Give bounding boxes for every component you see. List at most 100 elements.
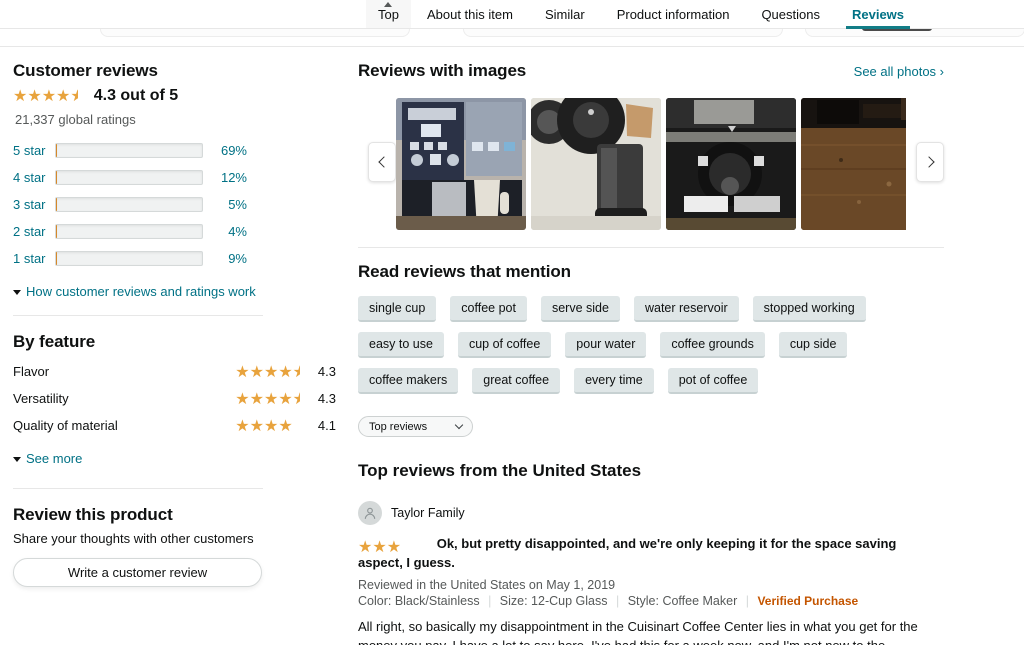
nav-item-label: Questions bbox=[761, 7, 820, 22]
mention-tag[interactable]: pot of coffee bbox=[667, 368, 759, 394]
review-attributes: Color: Black/Stainless | Size: 12-Cup Gl… bbox=[358, 594, 944, 608]
histogram-row-4-star[interactable]: 4 star 12% bbox=[13, 164, 336, 191]
histogram-percent[interactable]: 4% bbox=[203, 224, 247, 239]
separator: | bbox=[488, 593, 492, 608]
mention-tag[interactable]: water reservoir bbox=[633, 296, 739, 322]
how-reviews-work-link[interactable]: How customer reviews and ratings work bbox=[13, 284, 336, 299]
peek-card bbox=[463, 29, 783, 37]
verified-purchase-badge: Verified Purchase bbox=[757, 593, 859, 608]
nav-item-reviews[interactable]: Reviews bbox=[836, 8, 920, 29]
reviewer-row[interactable]: Taylor Family bbox=[358, 501, 944, 525]
mention-tag[interactable]: stopped working bbox=[752, 296, 866, 322]
feature-row-quality-of-material: Quality of material ☆☆☆☆☆ ★★★★★ 4.1 bbox=[13, 412, 336, 439]
see-more-features-link[interactable]: See more bbox=[13, 451, 336, 466]
histogram-label[interactable]: 2 star bbox=[13, 224, 55, 239]
histogram-label[interactable]: 3 star bbox=[13, 197, 55, 212]
review-this-product-section: Review this product Share your thoughts … bbox=[13, 489, 336, 587]
carousel-prev-button[interactable] bbox=[368, 142, 396, 182]
histogram-label[interactable]: 4 star bbox=[13, 170, 55, 185]
mention-tag[interactable]: every time bbox=[574, 368, 654, 394]
peek-image bbox=[862, 29, 932, 31]
section-nav: Top About this item Similar Product info… bbox=[0, 0, 1024, 37]
review-title: Ok, but pretty disappointed, and we're o… bbox=[358, 536, 897, 570]
mention-tag[interactable]: great coffee bbox=[472, 368, 561, 394]
histogram-row-5-star[interactable]: 5 star 69% bbox=[13, 137, 336, 164]
nav-item-label: Similar bbox=[544, 7, 585, 22]
mention-tag[interactable]: serve side bbox=[540, 296, 620, 322]
carousel-next-button[interactable] bbox=[916, 142, 944, 182]
histogram-percent[interactable]: 12% bbox=[203, 170, 247, 185]
nav-item-top[interactable]: Top bbox=[366, 0, 411, 28]
overall-rating-text: 4.3 out of 5 bbox=[93, 87, 179, 104]
review-item: Taylor Family ☆☆☆☆☆ ★★★★★ Ok, but pretty… bbox=[358, 501, 944, 645]
review-image-thumbnail[interactable] bbox=[801, 98, 906, 230]
read-reviews-that-mention-section: Read reviews that mention single cup cof… bbox=[358, 248, 944, 394]
histogram-track[interactable] bbox=[55, 197, 203, 212]
mention-tag[interactable]: single cup bbox=[358, 296, 437, 322]
nav-item-label: Product information bbox=[616, 7, 730, 22]
mention-tag[interactable]: easy to use bbox=[358, 332, 444, 358]
chevron-down-icon bbox=[13, 457, 21, 462]
overall-rating-stars: ☆☆☆☆☆ ★★★★★ bbox=[13, 85, 85, 105]
write-customer-review-button[interactable]: Write a customer review bbox=[13, 558, 262, 587]
chevron-left-icon bbox=[377, 156, 390, 168]
histogram-track[interactable] bbox=[55, 251, 203, 266]
nav-item-questions[interactable]: Questions bbox=[745, 8, 836, 28]
feature-score: 4.3 bbox=[317, 391, 336, 406]
see-all-photos-link[interactable]: See all photos › bbox=[854, 64, 944, 79]
review-date: Reviewed in the United States on May 1, … bbox=[358, 577, 616, 592]
mention-tag[interactable]: cup of coffee bbox=[457, 332, 552, 358]
chevron-down-icon bbox=[454, 420, 464, 430]
histogram-track[interactable] bbox=[55, 224, 203, 239]
mention-tag[interactable]: pour water bbox=[565, 332, 647, 358]
mention-tag[interactable]: coffee pot bbox=[450, 296, 527, 322]
reviewer-name: Taylor Family bbox=[391, 506, 465, 520]
histogram-percent[interactable]: 9% bbox=[203, 251, 247, 266]
histogram-fill bbox=[56, 171, 57, 184]
reviews-with-images-heading: Reviews with images bbox=[358, 61, 527, 80]
reviews-sort-value: Top reviews bbox=[369, 420, 428, 433]
histogram-percent[interactable]: 69% bbox=[203, 143, 247, 158]
chevron-down-icon bbox=[13, 290, 21, 295]
feature-stars: ☆☆☆☆☆ ★★★★★ bbox=[235, 388, 307, 408]
peek-card bbox=[100, 29, 410, 37]
histogram-track[interactable] bbox=[55, 143, 203, 158]
histogram-row-1-star[interactable]: 1 star 9% bbox=[13, 245, 336, 272]
histogram-label[interactable]: 5 star bbox=[13, 143, 55, 158]
thumbnail-photo bbox=[531, 98, 661, 230]
histogram-track[interactable] bbox=[55, 170, 203, 185]
mention-tag[interactable]: cup side bbox=[778, 332, 848, 358]
feature-stars: ☆☆☆☆☆ ★★★★★ bbox=[235, 361, 307, 381]
review-image-thumbnail[interactable] bbox=[396, 98, 526, 230]
global-ratings-count: 21,337 global ratings bbox=[15, 112, 136, 127]
nav-item-similar[interactable]: Similar bbox=[529, 8, 601, 28]
histogram-fill bbox=[56, 225, 57, 238]
nav-item-product-information[interactable]: Product information bbox=[601, 8, 746, 28]
see-more-label: See more bbox=[26, 451, 83, 466]
review-image-thumbnail[interactable] bbox=[666, 98, 796, 230]
mention-tag[interactable]: coffee grounds bbox=[660, 332, 765, 358]
review-product-heading: Review this product bbox=[13, 505, 173, 524]
separator: | bbox=[745, 593, 749, 608]
review-style: Style: Coffee Maker bbox=[627, 593, 738, 608]
how-reviews-work-label: How customer reviews and ratings work bbox=[26, 284, 256, 299]
mention-tag[interactable]: coffee makers bbox=[358, 368, 459, 394]
reviews-with-images-header: Reviews with images See all photos › bbox=[358, 61, 944, 87]
nav-item-about-this-item[interactable]: About this item bbox=[411, 8, 529, 28]
histogram-fill bbox=[56, 198, 57, 211]
review-title-row[interactable]: ☆☆☆☆☆ ★★★★★ Ok, but pretty disappointed,… bbox=[358, 535, 944, 573]
feature-score: 4.1 bbox=[317, 418, 336, 433]
feature-score: 4.3 bbox=[317, 364, 336, 379]
histogram-row-2-star[interactable]: 2 star 4% bbox=[13, 218, 336, 245]
person-icon bbox=[364, 507, 376, 519]
histogram-percent[interactable]: 5% bbox=[203, 197, 247, 212]
overall-rating-row: ☆☆☆☆☆ ★★★★★ 4.3 out of 5 bbox=[13, 87, 336, 105]
peek-card bbox=[805, 29, 1024, 37]
reviews-content: Reviews with images See all photos › Rea… bbox=[350, 47, 1024, 645]
reviews-sort-select[interactable]: Top reviews bbox=[358, 416, 473, 437]
review-color: Color: Black/Stainless bbox=[358, 593, 480, 608]
histogram-row-3-star[interactable]: 3 star 5% bbox=[13, 191, 336, 218]
histogram-label[interactable]: 1 star bbox=[13, 251, 55, 266]
histogram-fill bbox=[56, 144, 57, 157]
review-image-thumbnail[interactable] bbox=[531, 98, 661, 230]
